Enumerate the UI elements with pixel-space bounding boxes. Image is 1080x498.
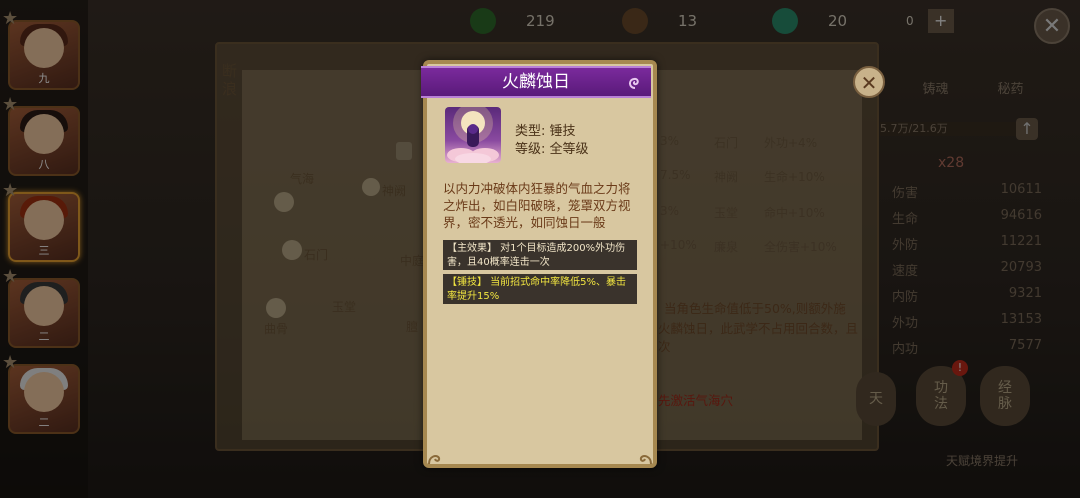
- corner-ornament-icon: [639, 455, 652, 465]
- hammer-effect-box: 【锤技】 当前招式命中率降低5%、暴击率提升15%: [443, 274, 637, 304]
- main-effect-box: 【主效果】 对1个目标造成200%外功伤害，且40概率连击一次: [443, 240, 637, 270]
- skill-icon: [445, 107, 501, 163]
- skill-name: 火麟蚀日: [502, 72, 570, 92]
- skill-tooltip: 火麟蚀日 类型: 锤技 等级: 全等级 以内力冲破体内狂暴的气血之力将之炸出，如…: [421, 60, 657, 468]
- swirl-ornament-icon: [629, 77, 639, 89]
- skill-description: 以内力冲破体内狂暴的气血之力将之炸出，如白阳破晓，笼罩双方视界，密不透光，如同蚀…: [443, 181, 631, 230]
- close-icon[interactable]: ✕: [853, 66, 885, 98]
- skill-type: 类型: 锤技: [515, 124, 576, 139]
- corner-ornament-icon: [428, 455, 441, 465]
- skill-level: 等级: 全等级: [515, 142, 589, 157]
- tooltip-title-bar: 火麟蚀日: [421, 66, 651, 98]
